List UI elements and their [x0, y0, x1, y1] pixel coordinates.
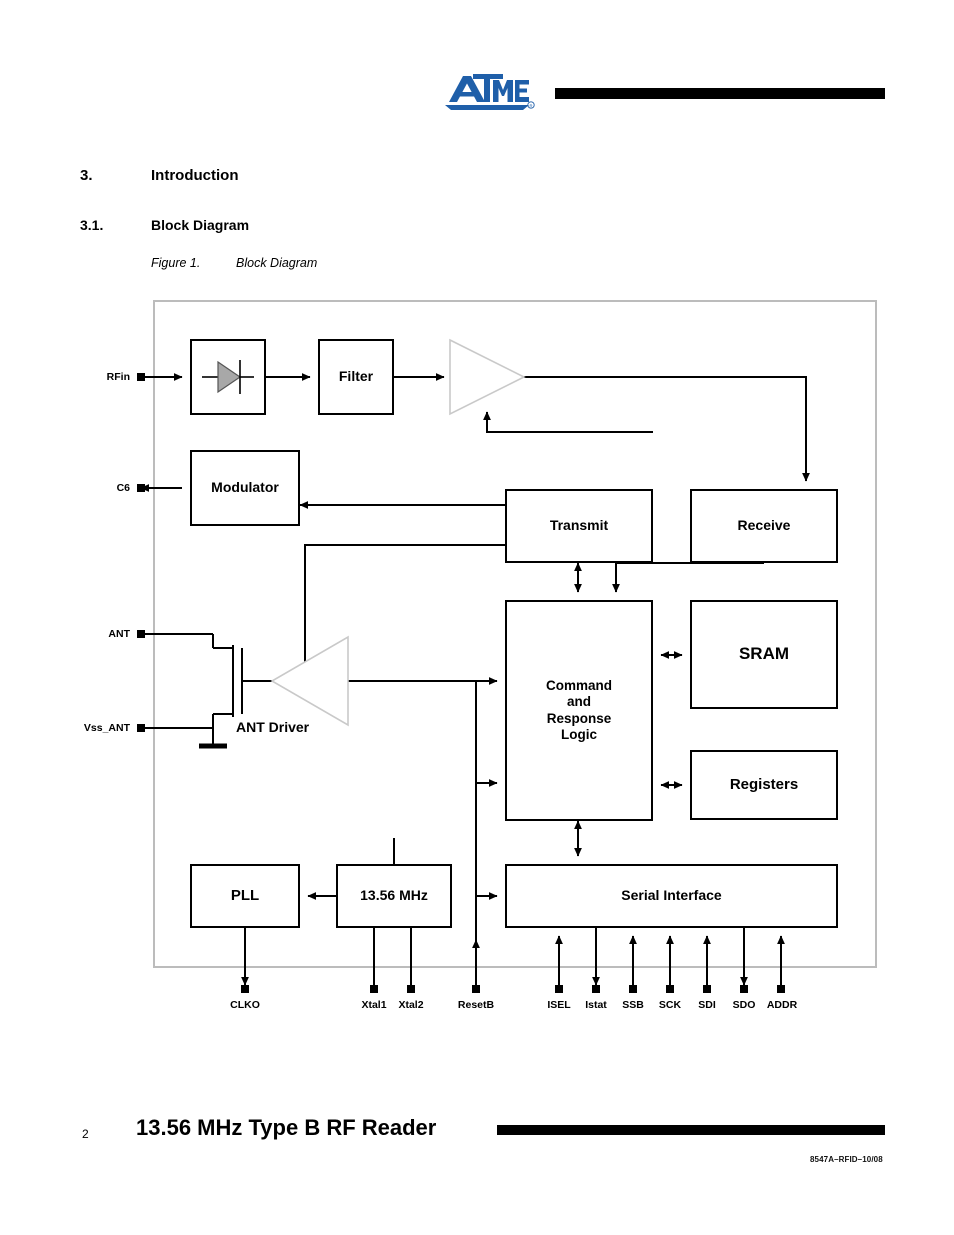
- pin-square-sdi: [703, 985, 711, 993]
- pin-label-ant: ANT: [108, 628, 130, 640]
- footer-page-number: 2: [82, 1127, 89, 1141]
- footer-doc-code: 8547A–RFID–10/08: [810, 1155, 883, 1164]
- block-diagram: Filter Modulator Transmit Receive Comman…: [0, 0, 954, 1040]
- block-label-pll: PLL: [230, 886, 260, 904]
- pin-square-ant: [137, 630, 145, 638]
- pin-square-istat: [592, 985, 600, 993]
- pin-square-ssb: [629, 985, 637, 993]
- block-label-modulator: Modulator: [211, 479, 279, 496]
- pin-square-addr: [777, 985, 785, 993]
- pin-label-xtal2: Xtal2: [398, 999, 424, 1011]
- pin-label-vss-ant: Vss_ANT: [83, 722, 130, 734]
- pin-label-resetb: ResetB: [457, 999, 495, 1011]
- block-filter[interactable]: Filter: [318, 339, 394, 415]
- pin-square-c6: [137, 484, 145, 492]
- block-command-and-response-logic[interactable]: Command and Response Logic: [505, 600, 653, 821]
- block-receive[interactable]: Receive: [690, 489, 838, 563]
- pin-square-clko: [241, 985, 249, 993]
- pin-square-rfin: [137, 373, 145, 381]
- diode-icon: [202, 360, 254, 394]
- block-label-xtal: 13.56 MHz: [360, 887, 428, 904]
- pin-square-xtal2: [407, 985, 415, 993]
- ant-driver-label: ANT Driver: [236, 719, 310, 735]
- block-oscillator-13-56-mhz[interactable]: 13.56 MHz: [336, 864, 452, 928]
- pin-square-vssant: [137, 724, 145, 732]
- block-modulator[interactable]: Modulator: [190, 450, 300, 526]
- footer-rule: [497, 1125, 885, 1135]
- block-label-receive: Receive: [737, 517, 791, 534]
- block-rf-input-diode[interactable]: [190, 339, 266, 415]
- block-label-transmit: Transmit: [549, 517, 609, 534]
- pin-label-addr: ADDR: [766, 999, 798, 1011]
- block-registers[interactable]: Registers: [690, 750, 838, 820]
- footer-document-title: 13.56 MHz Type B RF Reader: [136, 1115, 437, 1140]
- block-transmit[interactable]: Transmit: [505, 489, 653, 563]
- pin-label-rfin: RFin: [106, 371, 130, 383]
- block-label-registers: Registers: [729, 775, 799, 793]
- pin-square-xtal1: [370, 985, 378, 993]
- pin-square-sdo: [740, 985, 748, 993]
- block-pll[interactable]: PLL: [190, 864, 300, 928]
- block-label-sram: SRAM: [738, 644, 790, 664]
- block-label-filter: Filter: [338, 368, 374, 385]
- block-serial-interface[interactable]: Serial Interface: [505, 864, 838, 928]
- block-label-command-logic: Command and Response Logic: [545, 677, 612, 742]
- block-sram[interactable]: SRAM: [690, 600, 838, 709]
- block-label-serial-interface: Serial Interface: [621, 887, 722, 904]
- pin-label-clko: CLKO: [230, 999, 260, 1011]
- pin-label-c6: C6: [116, 482, 130, 494]
- pin-square-sck: [666, 985, 674, 993]
- pin-square-isel: [555, 985, 563, 993]
- pin-square-resetb: [472, 985, 480, 993]
